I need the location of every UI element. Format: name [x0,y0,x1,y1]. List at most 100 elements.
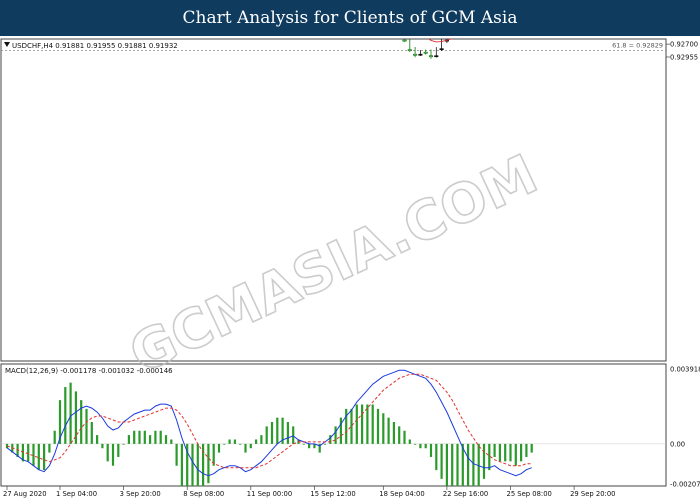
macd-histogram-bar [441,444,443,479]
time-tick-label: 3 Sep 20:00 [120,490,161,498]
price-chart-svg: GCMASIA.COM 61.8 = 0.9282950.0 = 0.92301… [0,36,700,500]
macd-panel [1,364,666,486]
macd-histogram-bar [520,444,522,461]
macd-histogram-bar [393,422,395,444]
chart-frame: GCMASIA.COM 61.8 = 0.9282950.0 = 0.92301… [0,36,700,500]
macd-histogram-bar [350,409,352,444]
macd-histogram-bar [112,444,114,466]
price-tick-label: 0.92700 [670,41,698,49]
macd-histogram-bar [308,444,310,448]
candle-body [424,52,427,53]
macd-histogram-bar [271,422,273,444]
macd-histogram-bar [446,444,448,488]
macd-histogram-bar [515,444,517,466]
macd-histogram-bar [266,426,268,443]
macd-histogram-bar [292,426,294,443]
macd-histogram-bar [250,444,252,448]
macd-histogram-bar [335,426,337,443]
candle-body [429,56,432,57]
macd-histogram-bar [154,431,156,444]
macd-tick-label: 0.00 [670,440,685,448]
macd-histogram-bar [303,444,305,445]
macd-histogram-bar [207,444,209,483]
time-tick-label: 11 Sep 00:00 [247,490,292,498]
macd-histogram-bar [382,413,384,444]
macd-histogram-bar [372,405,374,444]
macd-histogram-bar [525,444,527,457]
macd-histogram-bar [287,422,289,444]
macd-histogram-bar [398,426,400,443]
candle-body [403,40,406,41]
macd-histogram-bar [276,418,278,444]
macd-histogram-bar [223,444,225,445]
macd-histogram-bar [128,435,130,444]
macd-histogram-bar [176,444,178,466]
fib-level-label: 61.8 = 0.92829 [612,42,663,50]
macd-histogram-bar [345,409,347,444]
time-tick-label: 25 Sep 08:00 [507,490,552,498]
macd-histogram-bar [64,387,66,444]
macd-histogram-bar [70,383,72,444]
macd-histogram-bar [181,444,183,492]
time-tick-label: 22 Sep 16:00 [443,490,488,498]
macd-histogram-bar [419,444,421,448]
macd-histogram-bar [324,444,326,445]
macd-histogram-bar [366,405,368,444]
macd-histogram-bar [531,444,533,453]
macd-histogram-bar [80,400,82,444]
macd-histogram-bar [123,444,125,445]
main-panel [1,39,666,361]
chart-title: Chart Analysis for Clients of GCM Asia [183,8,518,28]
macd-histogram-bar [414,444,416,445]
candle-body [413,54,416,55]
macd-histogram-bar [509,444,511,461]
macd-histogram-bar [54,431,56,444]
macd-histogram-bar [255,439,257,443]
macd-histogram-bar [425,444,427,448]
macd-histogram-bar [32,444,34,466]
macd-histogram-bar [494,444,496,457]
macd-histogram-bar [239,444,241,445]
macd-histogram-bar [218,444,220,453]
macd-histogram-bar [244,444,246,453]
macd-histogram-bar [133,431,135,444]
macd-histogram-bar [149,435,151,444]
price-tick-label: 0.92955 [670,54,698,62]
macd-histogram-bar [48,444,50,453]
symbol-info: USDCHF,H4 0.91881 0.91955 0.91881 0.9193… [12,42,178,50]
chart-title-banner: Chart Analysis for Clients of GCM Asia [0,0,700,36]
time-tick-label: 29 Sep 20:00 [570,490,615,498]
macd-tick-label: -0.002070 [670,481,700,489]
macd-histogram-bar [138,431,140,444]
macd-histogram-bar [435,444,437,470]
candle-body [440,49,443,50]
time-tick-label: 1 Sep 04:00 [56,490,97,498]
macd-histogram-bar [43,444,45,470]
candle-body [408,50,411,51]
macd-histogram-bar [170,439,172,443]
time-tick-label: 18 Sep 04:00 [379,490,424,498]
macd-histogram-bar [504,444,506,461]
macd-histogram-bar [483,444,485,479]
macd-histogram-bar [165,435,167,444]
time-tick-label: 15 Sep 12:00 [310,490,355,498]
macd-histogram-bar [430,444,432,457]
macd-histogram-bar [96,435,98,444]
macd-histogram-bar [361,405,363,444]
macd-histogram-bar [85,409,87,444]
macd-histogram-bar [75,391,77,443]
candle-body [435,56,438,57]
macd-histogram-bar [117,444,119,457]
macd-histogram-bar [27,444,29,461]
macd-label: MACD(12,26,9) -0.001178 -0.001032 -0.000… [5,367,173,375]
time-tick-label: 27 Aug 2020 [3,490,47,498]
macd-histogram-bar [451,444,453,496]
macd-histogram-bar [499,444,501,461]
candle-body [419,54,422,55]
time-tick-label: 8 Sep 08:00 [183,490,224,498]
macd-histogram-bar [234,439,236,443]
macd-histogram-bar [91,422,93,444]
macd-histogram-bar [356,405,358,444]
macd-histogram-bar [388,418,390,444]
macd-histogram-bar [260,435,262,444]
